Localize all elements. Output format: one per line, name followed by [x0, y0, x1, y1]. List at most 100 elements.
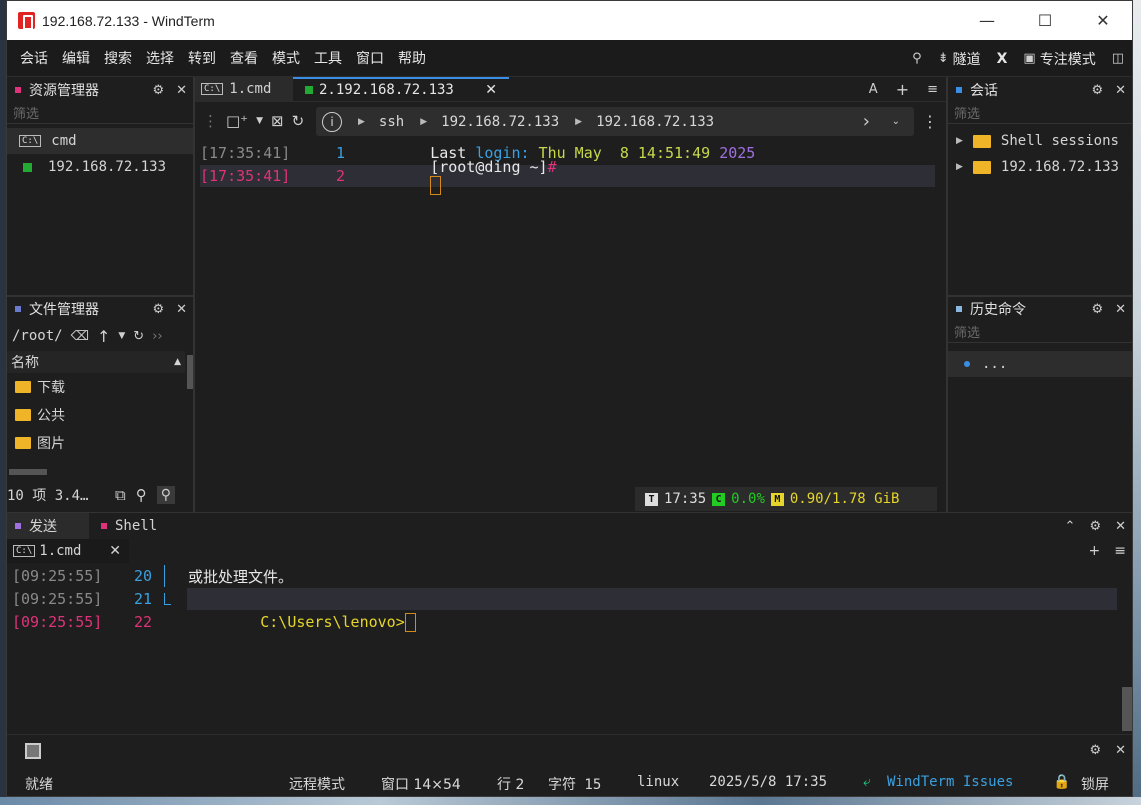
timestamp: [17:35:41]: [200, 144, 291, 162]
sessions-panel: 会话 ⚙ ✕ 筛选 ▶ Shell sessions ▶ 192.168.72.1…: [948, 78, 1132, 295]
gear-icon[interactable]: ⚙: [1091, 302, 1103, 317]
tab-1-cmd[interactable]: C:\ 1.cmd: [195, 77, 293, 101]
tab-2-remote[interactable]: 2.192.168.72.133 ✕: [293, 77, 509, 101]
list-item[interactable]: 192.168.72.133: [7, 154, 193, 180]
line-number: 22: [134, 613, 153, 631]
horizontal-scrollbar[interactable]: [9, 469, 47, 475]
panel-marker-icon: [956, 306, 962, 312]
new-session-icon[interactable]: □⁺: [226, 112, 248, 130]
lock-screen-button[interactable]: 锁屏: [1081, 774, 1109, 794]
chevron-down-icon[interactable]: ▼: [118, 331, 125, 341]
column-header[interactable]: 名称 ▲: [7, 351, 185, 373]
path-bar: /root/ ⌫ ↑ ▼ ↻ ››: [7, 321, 193, 351]
scrollbar[interactable]: [187, 355, 193, 389]
more-vertical-icon[interactable]: ⋮: [922, 112, 938, 131]
close-tab-icon[interactable]: ✕: [109, 543, 121, 559]
close-icon[interactable]: ✕: [1115, 743, 1126, 758]
menu-tools[interactable]: 工具: [307, 48, 349, 68]
menu-session[interactable]: 会话: [13, 48, 55, 68]
terminal-line-current[interactable]: [17:35:41] 2 [root@ding ~]#: [200, 158, 935, 195]
gear-icon[interactable]: ⚙: [1089, 743, 1101, 758]
focus-mode-label: 专注模式: [1039, 51, 1096, 68]
path-input[interactable]: /root/: [12, 328, 63, 344]
backspace-icon[interactable]: ⌫: [71, 329, 89, 344]
close-icon[interactable]: ✕: [1115, 519, 1126, 534]
close-icon[interactable]: ✕: [1115, 302, 1126, 317]
tree-item[interactable]: ▶ Shell sessions: [948, 128, 1132, 154]
tab-menu-button[interactable]: ≡: [1114, 543, 1126, 559]
menu-view[interactable]: 查看: [223, 48, 265, 68]
sync-location-icon[interactable]: ⚲: [156, 486, 175, 504]
reconnect-icon[interactable]: ↻: [292, 112, 305, 130]
tree-item[interactable]: ▶ 192.168.72.133: [948, 154, 1132, 180]
menu-search[interactable]: 搜索: [97, 48, 139, 68]
menu-window[interactable]: 窗口: [349, 48, 391, 68]
expand-arrow-icon[interactable]: ▶: [956, 162, 963, 172]
close-session-icon[interactable]: ⊠: [271, 112, 284, 130]
chevron-down-icon[interactable]: ⌄: [892, 116, 900, 127]
collapse-up-icon[interactable]: ⌃: [1065, 519, 1076, 534]
status-row[interactable]: 行 2: [497, 774, 524, 794]
list-item[interactable]: C:\ cmd: [7, 128, 193, 154]
terminal-cursor: [430, 175, 442, 195]
expand-arrow-icon[interactable]: ▶: [956, 136, 963, 146]
tab-send[interactable]: 发送: [7, 513, 89, 539]
tab-menu-button[interactable]: ≡: [927, 82, 938, 97]
menu-goto[interactable]: 转到: [181, 48, 223, 68]
close-tab-icon[interactable]: ✕: [485, 82, 497, 98]
refresh-icon[interactable]: ↻: [133, 329, 144, 344]
more-icon[interactable]: ››: [152, 329, 162, 344]
menu-mode[interactable]: 模式: [265, 48, 307, 68]
subtab-1-cmd[interactable]: C:\ 1.cmd ✕: [7, 539, 129, 563]
close-icon[interactable]: ✕: [1115, 83, 1126, 98]
scrollbar[interactable]: [1122, 687, 1132, 731]
add-tab-button[interactable]: +: [896, 80, 909, 99]
close-icon[interactable]: ✕: [176, 302, 187, 317]
info-icon[interactable]: i: [322, 111, 342, 132]
splitter[interactable]: [193, 77, 195, 513]
close-icon[interactable]: ✕: [176, 83, 187, 98]
terminal-line[interactable]: [09:25:55] 22 C:\Users\lenovo>: [12, 611, 1117, 633]
list-item[interactable]: 公共: [7, 401, 193, 429]
gear-icon[interactable]: ⚙: [1091, 83, 1103, 98]
sessions-filter-input[interactable]: 筛选: [948, 102, 1132, 124]
drag-handle-icon[interactable]: ⋮: [203, 112, 218, 130]
minimize-button[interactable]: —: [958, 1, 1016, 40]
status-os[interactable]: linux: [637, 774, 679, 790]
chevron-right-icon[interactable]: ›: [863, 111, 870, 132]
menu-select[interactable]: 选择: [139, 48, 181, 68]
panel-marker-icon: [15, 306, 21, 312]
list-item[interactable]: 下载: [7, 373, 193, 401]
status-remote-mode[interactable]: 远程模式: [289, 774, 345, 794]
font-button[interactable]: A: [869, 82, 878, 97]
menu-help[interactable]: 帮助: [391, 48, 433, 68]
move-to-folder-icon[interactable]: ⧉: [115, 486, 126, 504]
list-item[interactable]: ...: [948, 351, 1132, 377]
close-window-button[interactable]: ✕: [1074, 1, 1132, 40]
tab-shell[interactable]: Shell: [89, 518, 157, 534]
focus-mode-button[interactable]: ▣ 专注模式: [1023, 49, 1095, 69]
gear-icon[interactable]: ⚙: [152, 83, 164, 98]
list-item[interactable]: 图片: [7, 429, 193, 457]
status-window-size[interactable]: 窗口 14×54: [381, 774, 461, 794]
history-filter-input[interactable]: 筛选: [948, 321, 1132, 343]
status-char[interactable]: 字符 15: [548, 774, 601, 794]
maximize-button[interactable]: ☐: [1016, 1, 1074, 40]
layout-icon[interactable]: ◫: [1112, 51, 1124, 66]
tab-label: 1.cmd: [39, 543, 82, 559]
windterm-window: 192.168.72.133 - WindTerm — ☐ ✕ 会话 编辑 搜索…: [6, 0, 1133, 797]
x-button[interactable]: X: [997, 51, 1008, 67]
add-tab-button[interactable]: +: [1089, 543, 1101, 559]
chevron-down-icon[interactable]: ▼: [256, 116, 263, 126]
gear-icon[interactable]: ⚙: [152, 302, 164, 317]
resource-filter-input[interactable]: 筛选: [7, 102, 193, 124]
menu-edit[interactable]: 编辑: [55, 48, 97, 68]
up-arrow-icon[interactable]: ↑: [97, 327, 110, 346]
windterm-issues-link[interactable]: WindTerm Issues: [887, 774, 1013, 790]
tunnel-button[interactable]: ⇟ 隧道: [938, 49, 981, 69]
gear-icon[interactable]: ⚙: [1089, 519, 1101, 534]
location-pin-icon[interactable]: ⚲: [136, 486, 147, 504]
lock-icon[interactable]: 🔒: [1053, 774, 1070, 790]
send-panel-icon[interactable]: [25, 742, 41, 759]
search-icon[interactable]: ⚲: [912, 51, 922, 66]
